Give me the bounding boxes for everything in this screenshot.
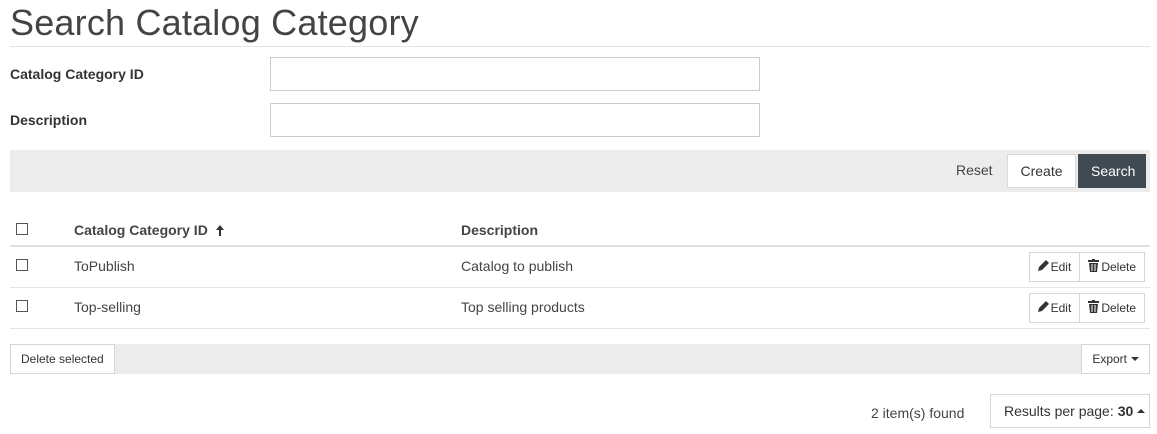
trash-icon: [1088, 300, 1101, 316]
row-category-id: ToPublish: [74, 258, 135, 274]
table-footer-bar: Delete selected Export: [10, 344, 1150, 374]
column-header-description[interactable]: Description: [461, 222, 538, 238]
row-checkbox[interactable]: [16, 300, 28, 312]
results-per-page-label: Results per page:: [1004, 403, 1114, 419]
edit-label: Edit: [1050, 260, 1072, 274]
search-actions-bar: Reset Create Search: [10, 150, 1150, 192]
row-actions: Edit Delete: [1028, 252, 1145, 282]
delete-button[interactable]: Delete: [1079, 294, 1144, 322]
description-label: Description: [10, 112, 88, 128]
row-description: Top selling products: [461, 299, 585, 315]
trash-icon: [1088, 259, 1101, 275]
row-category-id: Top-selling: [74, 299, 141, 315]
column-header-catalog-category-id[interactable]: Catalog Category ID: [74, 222, 224, 239]
catalog-category-id-label: Catalog Category ID: [10, 66, 144, 82]
catalog-category-id-input[interactable]: [270, 57, 760, 91]
edit-button[interactable]: Edit: [1029, 294, 1080, 322]
arrow-up-icon: [215, 223, 224, 239]
row-checkbox[interactable]: [16, 259, 28, 271]
delete-label: Delete: [1101, 301, 1136, 315]
export-label: Export: [1092, 352, 1127, 366]
results-per-page-value: 30: [1117, 403, 1134, 419]
results-per-page-dropdown[interactable]: Results per page: 30: [990, 394, 1150, 428]
delete-label: Delete: [1101, 260, 1136, 274]
search-button[interactable]: Search: [1078, 154, 1146, 188]
form-row-description: Description: [10, 103, 762, 139]
select-all-checkbox[interactable]: [16, 223, 28, 235]
results-table: Catalog Category ID Description ToPublis…: [10, 210, 1150, 329]
title-divider: [10, 46, 1150, 47]
table-header: Catalog Category ID Description: [10, 210, 1150, 247]
table-row: Top-selling Top selling products Edit De…: [10, 288, 1150, 329]
reset-button[interactable]: Reset: [956, 162, 993, 178]
caret-down-icon: [1131, 357, 1139, 361]
items-found-count: 2 item(s) found: [871, 405, 965, 421]
form-row-catalog-category-id: Catalog Category ID: [10, 57, 762, 93]
create-button[interactable]: Create: [1007, 154, 1076, 188]
delete-selected-button[interactable]: Delete selected: [10, 344, 115, 374]
edit-label: Edit: [1050, 301, 1072, 315]
caret-up-icon: [1137, 409, 1146, 413]
pencil-icon: [1037, 301, 1051, 315]
delete-button[interactable]: Delete: [1079, 253, 1144, 281]
row-description: Catalog to publish: [461, 258, 574, 274]
column-header-label: Catalog Category ID: [74, 222, 208, 238]
edit-button[interactable]: Edit: [1029, 253, 1080, 281]
table-row: ToPublish Catalog to publish Edit Delete: [10, 247, 1150, 288]
pencil-icon: [1037, 260, 1051, 274]
description-input[interactable]: [270, 103, 760, 137]
page-title: Search Catalog Category: [10, 2, 419, 43]
row-actions: Edit Delete: [1028, 293, 1145, 323]
export-button[interactable]: Export: [1081, 344, 1150, 374]
